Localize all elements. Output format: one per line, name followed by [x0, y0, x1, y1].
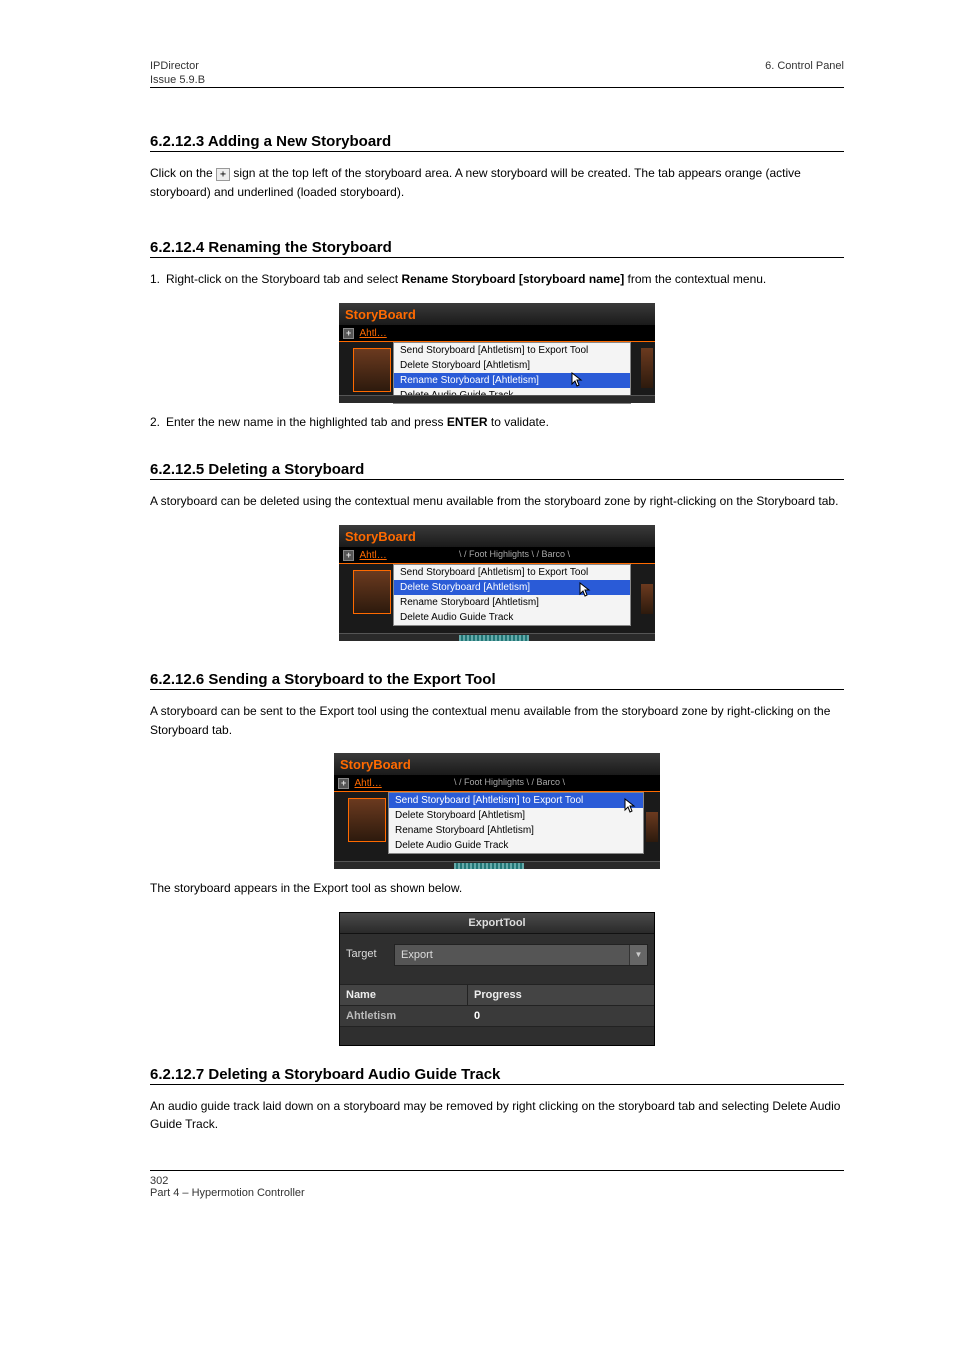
storyboard-panel-title: StoryBoard: [339, 303, 655, 326]
plus-icon: +: [216, 168, 230, 181]
figure-export-tool: ExportTool Target Export ▼ Name Progress…: [339, 912, 655, 1046]
section-rule: [150, 1084, 844, 1085]
section-path: 6. Control Panel: [765, 60, 844, 72]
section-rule: [150, 257, 844, 258]
target-label: Target: [346, 944, 394, 966]
rename-step-1: 1.Right-click on the Storyboard tab and …: [150, 270, 844, 289]
context-menu: Send Storyboard [Ahtletism] to Export To…: [393, 564, 631, 626]
delete-audio-guide-text: An audio guide track laid down on a stor…: [150, 1097, 844, 1134]
column-name: Name: [340, 985, 468, 1005]
heading-rename-storyboard: 6.2.12.4 Renaming the Storyboard: [150, 239, 844, 256]
menu-item-rename-storyboard[interactable]: Rename Storyboard [Ahtletism]: [389, 823, 643, 838]
rename-step-2: 2.Enter the new name in the highlighted …: [150, 413, 844, 432]
clip-thumbnail: [646, 812, 658, 842]
target-select-value: Export: [395, 949, 629, 961]
chevron-down-icon[interactable]: ▼: [629, 945, 647, 965]
chapter-label: Issue 5.9.B: [150, 74, 844, 86]
figure-rename-context-menu: StoryBoard + Ahtl… Send Storyboard [Ahtl…: [339, 303, 655, 403]
clip-thumbnail: [641, 584, 653, 614]
page-footer: 302 Part 4 – Hypermotion Controller: [150, 1170, 844, 1199]
target-select[interactable]: Export ▼: [394, 944, 648, 966]
menu-item-delete-storyboard[interactable]: Delete Storyboard [Ahtletism]: [389, 808, 643, 823]
column-progress: Progress: [468, 985, 654, 1005]
clip-thumbnail: [348, 798, 386, 842]
add-storyboard-text: Click on the + sign at the top left of t…: [150, 164, 844, 201]
menu-item-delete-audio-guide[interactable]: Delete Audio Guide Track: [389, 838, 643, 853]
cell-progress: 0: [468, 1006, 654, 1026]
storyboard-panel-title: StoryBoard: [339, 525, 655, 548]
header-rule: [150, 87, 844, 88]
menu-item-delete-audio-guide[interactable]: Delete Audio Guide Track: [394, 610, 630, 625]
context-menu: Send Storyboard [Ahtletism] to Export To…: [388, 792, 644, 854]
page-header: IPDirector 6. Control Panel Issue 5.9.B: [150, 60, 844, 88]
section-rule: [150, 689, 844, 690]
menu-item-send-export[interactable]: Send Storyboard [Ahtletism] to Export To…: [394, 343, 630, 358]
heading-delete-audio-guide: 6.2.12.7 Deleting a Storyboard Audio Gui…: [150, 1066, 844, 1083]
menu-item-send-export[interactable]: Send Storyboard [Ahtletism] to Export To…: [389, 793, 643, 808]
delete-storyboard-text: A storyboard can be deleted using the co…: [150, 492, 844, 511]
section-rule: [150, 151, 844, 152]
add-storyboard-button[interactable]: +: [343, 550, 354, 561]
storyboard-tabs-other: \ / Foot Highlights \ / Barco \: [454, 777, 565, 787]
footer-rule: [150, 1170, 844, 1171]
storyboard-tab-active[interactable]: Ahtl…: [360, 550, 387, 561]
storyboard-tabs-other: \ / Foot Highlights \ / Barco \: [459, 549, 570, 559]
section-rule: [150, 479, 844, 480]
menu-item-rename-storyboard[interactable]: Rename Storyboard [Ahtletism]: [394, 373, 630, 388]
clip-thumbnail: [353, 570, 391, 614]
export-table-header: Name Progress: [340, 984, 654, 1006]
figure-send-context-menu: StoryBoard + Ahtl… \ / Foot Highlights \…: [334, 753, 660, 869]
storyboard-tab-active[interactable]: Ahtl…: [355, 778, 382, 789]
cell-name: Ahtletism: [340, 1006, 468, 1026]
heading-send-export: 6.2.12.6 Sending a Storyboard to the Exp…: [150, 671, 844, 688]
menu-item-send-export[interactable]: Send Storyboard [Ahtletism] to Export To…: [394, 565, 630, 580]
clip-thumbnail: [641, 348, 653, 388]
heading-add-storyboard: 6.2.12.3 Adding a New Storyboard: [150, 133, 844, 150]
doc-title: IPDirector: [150, 60, 199, 72]
figure-delete-context-menu: StoryBoard + Ahtl… \ / Foot Highlights \…: [339, 525, 655, 641]
heading-delete-storyboard: 6.2.12.5 Deleting a Storyboard: [150, 461, 844, 478]
send-export-text: A storyboard can be sent to the Export t…: [150, 702, 844, 739]
add-storyboard-button[interactable]: +: [338, 778, 349, 789]
menu-item-rename-storyboard[interactable]: Rename Storyboard [Ahtletism]: [394, 595, 630, 610]
table-row[interactable]: Ahtletism 0: [340, 1006, 654, 1027]
send-export-text-2: The storyboard appears in the Export too…: [150, 879, 844, 898]
clip-thumbnail: [353, 348, 391, 392]
storyboard-panel-title: StoryBoard: [334, 753, 660, 776]
footer-left: Part 4 – Hypermotion Controller: [150, 1187, 844, 1199]
add-storyboard-button[interactable]: +: [343, 328, 354, 339]
menu-item-delete-storyboard[interactable]: Delete Storyboard [Ahtletism]: [394, 358, 630, 373]
storyboard-tab-active[interactable]: Ahtl…: [360, 328, 387, 339]
menu-item-delete-storyboard[interactable]: Delete Storyboard [Ahtletism]: [394, 580, 630, 595]
export-tool-title: ExportTool: [340, 913, 654, 934]
page-number: 302: [150, 1175, 168, 1187]
